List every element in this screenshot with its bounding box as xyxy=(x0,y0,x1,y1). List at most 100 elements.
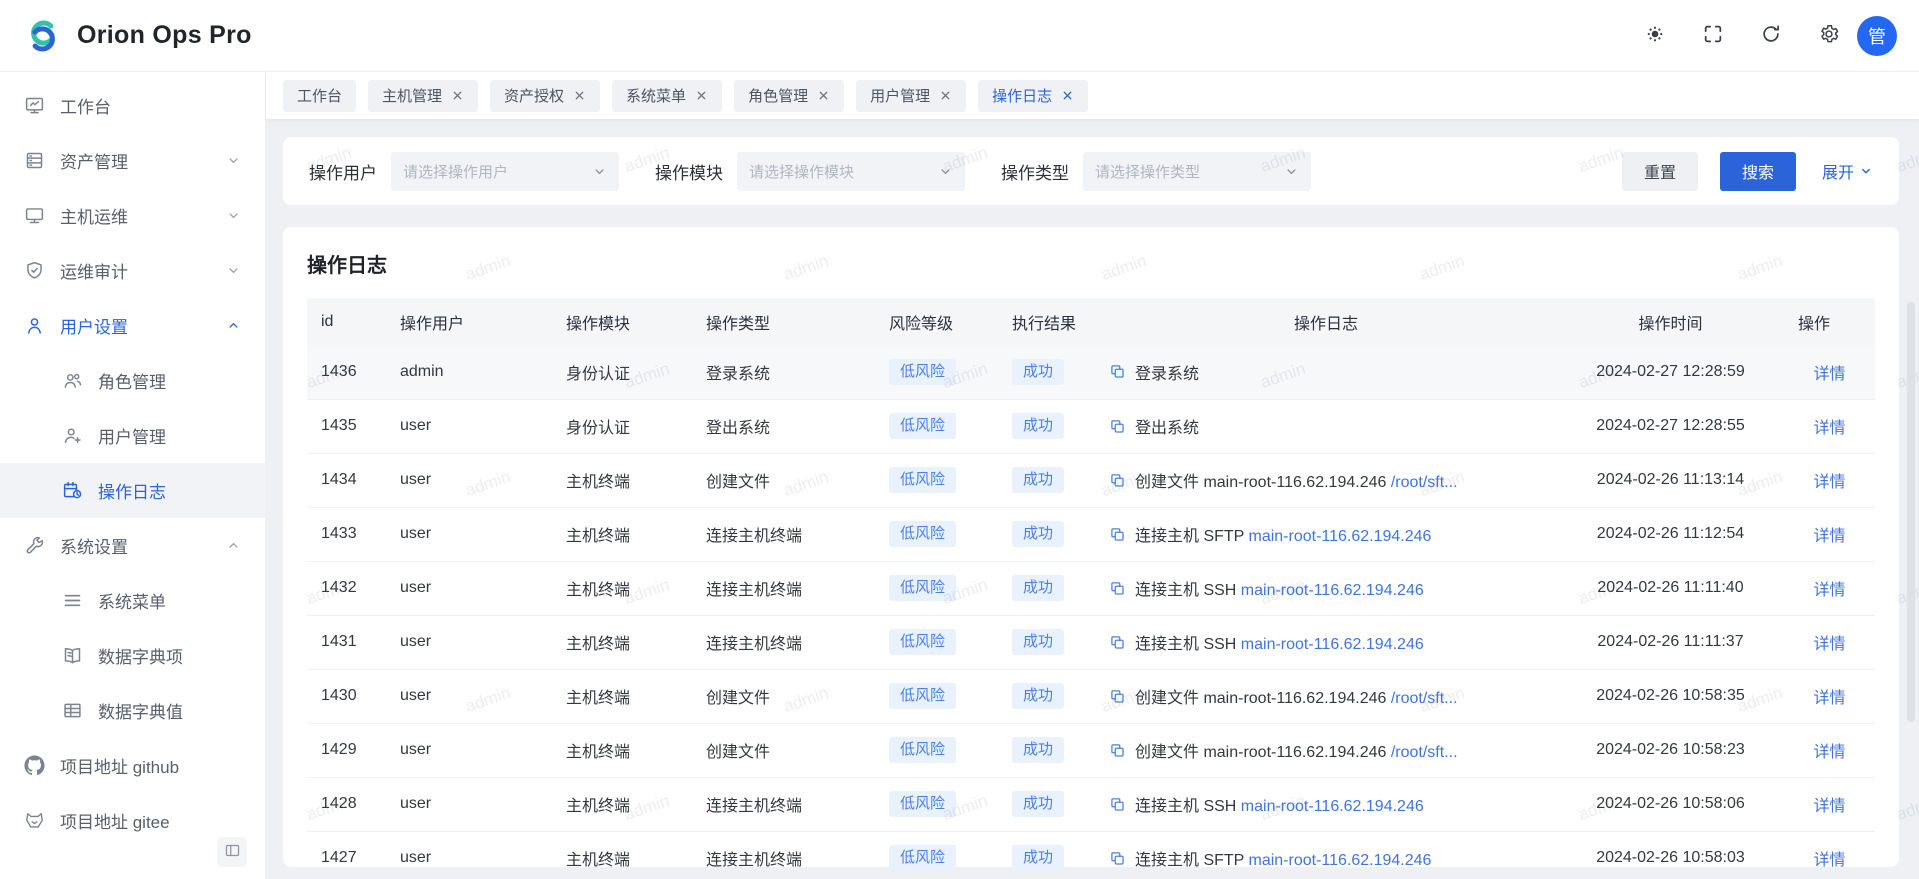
header-action-button[interactable] xyxy=(1807,14,1851,58)
copy-icon[interactable] xyxy=(1109,850,1126,867)
tab-label: 主机管理 xyxy=(382,85,442,106)
tab-close-icon[interactable] xyxy=(695,89,708,102)
filter-label: 操作用户 xyxy=(309,159,377,184)
tab[interactable]: 资产授权 xyxy=(490,80,600,112)
log-text: 连接主机 SSH main-root-116.62.194.246 xyxy=(1135,576,1424,600)
log-link[interactable]: main-root-116.62.194.246 xyxy=(1249,852,1432,869)
tab[interactable]: 主机管理 xyxy=(368,80,478,112)
log-link[interactable]: /root/sft... xyxy=(1391,474,1458,491)
copy-icon[interactable] xyxy=(1109,580,1126,597)
tab-close-icon[interactable] xyxy=(573,89,586,102)
header-action-button[interactable] xyxy=(1749,14,1793,58)
menu-lines-icon xyxy=(62,590,83,611)
copy-icon[interactable] xyxy=(1109,363,1126,380)
sidebar-item-label: 工作台 xyxy=(60,93,111,118)
copy-icon[interactable] xyxy=(1109,418,1126,435)
audit-shield-icon xyxy=(24,260,45,281)
sidebar-item-label: 系统菜单 xyxy=(98,588,166,613)
search-button[interactable]: 搜索 xyxy=(1720,152,1796,191)
tab[interactable]: 用户管理 xyxy=(856,80,966,112)
filter-label: 操作模块 xyxy=(655,159,723,184)
detail-link[interactable]: 详情 xyxy=(1813,690,1845,707)
sidebar-item[interactable]: 用户管理 xyxy=(0,408,265,463)
tab[interactable]: 角色管理 xyxy=(734,80,844,112)
log-link[interactable]: main-root-116.62.194.246 xyxy=(1241,582,1424,599)
avatar[interactable]: 管 xyxy=(1857,16,1897,56)
assets-icon xyxy=(24,150,45,171)
sidebar-item[interactable]: 系统菜单 xyxy=(0,573,265,628)
log-text: 登录系统 xyxy=(1135,360,1199,384)
tab[interactable]: 工作台 xyxy=(283,80,356,112)
detail-link[interactable]: 详情 xyxy=(1813,366,1845,383)
sidebar-item[interactable]: 工作台 xyxy=(0,78,265,133)
vertical-scrollbar[interactable] xyxy=(1907,302,1915,722)
cell-id: 1431 xyxy=(307,615,386,669)
result-tag: 成功 xyxy=(1012,791,1064,817)
tab[interactable]: 操作日志 xyxy=(978,80,1088,112)
copy-icon[interactable] xyxy=(1109,634,1126,651)
filter-bar: 操作用户 请选择操作用户 操作模块 请选择操作模块 xyxy=(283,137,1899,205)
column-header: 操作用户 xyxy=(386,298,552,345)
sidebar-item[interactable]: 数据字典项 xyxy=(0,628,265,683)
detail-link[interactable]: 详情 xyxy=(1813,420,1845,437)
column-header: 操作时间 xyxy=(1557,298,1784,345)
sidebar-item[interactable]: 资产管理 xyxy=(0,133,265,188)
filter-select[interactable]: 请选择操作模块 xyxy=(737,152,965,191)
tab-close-icon[interactable] xyxy=(939,89,952,102)
select-placeholder: 请选择操作模块 xyxy=(749,161,938,182)
cell-type: 创建文件 xyxy=(692,723,875,777)
collapse-sidebar-button[interactable] xyxy=(217,837,247,867)
reset-button[interactable]: 重置 xyxy=(1622,152,1698,191)
cell-id: 1432 xyxy=(307,561,386,615)
detail-link[interactable]: 详情 xyxy=(1813,636,1845,653)
log-link[interactable]: main-root-116.62.194.246 xyxy=(1249,528,1432,545)
sidebar-item[interactable]: 用户设置 xyxy=(0,298,265,353)
table-header-row: id操作用户操作模块操作类型风险等级执行结果操作日志操作时间操作 xyxy=(307,298,1875,345)
copy-icon[interactable] xyxy=(1109,796,1126,813)
cell-module: 主机终端 xyxy=(552,723,692,777)
operation-log-icon xyxy=(62,480,83,501)
logo-icon xyxy=(22,15,64,57)
log-link[interactable]: /root/sft... xyxy=(1391,744,1458,761)
cell-module: 主机终端 xyxy=(552,561,692,615)
log-text: 连接主机 SFTP main-root-116.62.194.246 xyxy=(1135,522,1431,546)
detail-link[interactable]: 详情 xyxy=(1813,798,1845,815)
tab-close-icon[interactable] xyxy=(1061,89,1074,102)
detail-link[interactable]: 详情 xyxy=(1813,474,1845,491)
copy-icon[interactable] xyxy=(1109,688,1126,705)
table-row: 1435 user 身份认证 登出系统 低风险 成功 登出系统 xyxy=(307,399,1875,453)
filter-select[interactable]: 请选择操作用户 xyxy=(391,152,619,191)
log-link[interactable]: main-root-116.62.194.246 xyxy=(1241,798,1424,815)
header-action-button[interactable] xyxy=(1633,14,1677,58)
detail-link[interactable]: 详情 xyxy=(1813,852,1845,869)
detail-link[interactable]: 详情 xyxy=(1813,744,1845,761)
sidebar-item[interactable]: 主机运维 xyxy=(0,188,265,243)
sidebar-item[interactable]: 数据字典值 xyxy=(0,683,265,738)
column-header: 操作模块 xyxy=(552,298,692,345)
tab-close-icon[interactable] xyxy=(451,89,464,102)
log-link[interactable]: /root/sft... xyxy=(1391,690,1458,707)
detail-link[interactable]: 详情 xyxy=(1813,582,1845,599)
filter-field: 操作类型 请选择操作类型 xyxy=(1001,152,1311,191)
header-action-button[interactable] xyxy=(1691,14,1735,58)
sidebar-item[interactable]: 系统设置 xyxy=(0,518,265,573)
filter-field: 操作模块 请选择操作模块 xyxy=(655,152,965,191)
detail-link[interactable]: 详情 xyxy=(1813,528,1845,545)
sidebar-item[interactable]: 运维审计 xyxy=(0,243,265,298)
copy-icon[interactable] xyxy=(1109,742,1126,759)
operation-log-card: 操作日志 id操作用户操作模块操作类型风险等级执行结果操作日志操作时间操作 xyxy=(283,227,1899,867)
cell-time: 2024-02-27 12:28:59 xyxy=(1557,345,1784,399)
tab[interactable]: 系统菜单 xyxy=(612,80,722,112)
expand-button[interactable]: 展开 xyxy=(1822,159,1873,183)
filter-select[interactable]: 请选择操作类型 xyxy=(1083,152,1311,191)
sidebar-item[interactable]: 操作日志 xyxy=(0,463,265,518)
copy-icon[interactable] xyxy=(1109,526,1126,543)
log-link[interactable]: main-root-116.62.194.246 xyxy=(1241,636,1424,653)
sidebar-item-label: 数据字典值 xyxy=(98,698,183,723)
result-tag: 成功 xyxy=(1012,413,1064,439)
sidebar-item[interactable]: 项目地址 github xyxy=(0,738,265,793)
chevron-down-icon xyxy=(592,164,607,179)
copy-icon[interactable] xyxy=(1109,472,1126,489)
tab-close-icon[interactable] xyxy=(817,89,830,102)
sidebar-item[interactable]: 角色管理 xyxy=(0,353,265,408)
